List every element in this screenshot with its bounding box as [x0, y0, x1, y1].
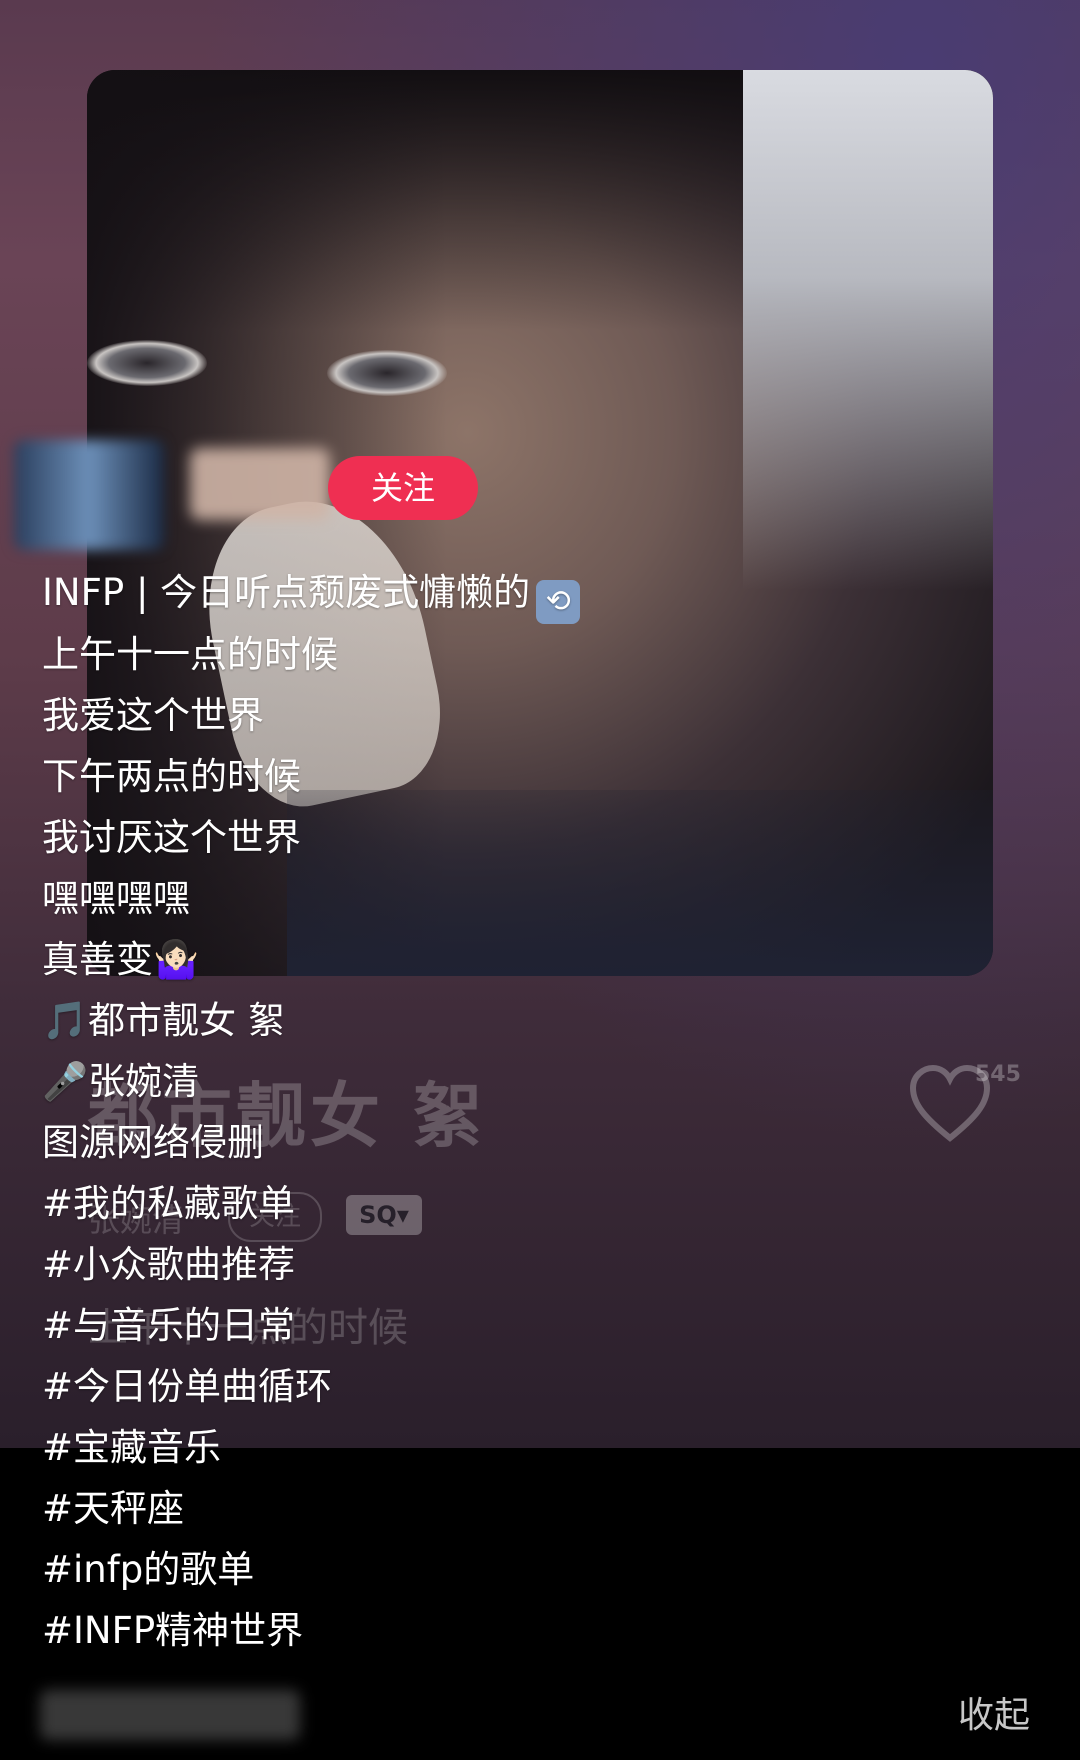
caption-title-text: INFP | 今日听点颓废式慵懒的	[42, 571, 531, 614]
hashtag-link[interactable]: #宝藏音乐	[42, 1417, 1022, 1478]
hashtag-link[interactable]: #我的私藏歌单	[42, 1173, 1022, 1234]
caption-line: 下午两点的时候	[42, 755, 301, 798]
blurred-footer-text	[40, 1690, 300, 1740]
post-caption: INFP | 今日听点颓废式慵懒的 ⟲ 上午十一点的时候 我爱这个世界 下午两点的…	[42, 562, 1022, 1661]
avatar[interactable]	[14, 440, 164, 550]
hashtag-link[interactable]: #今日份单曲循环	[42, 1356, 1022, 1417]
follow-button[interactable]: 关注	[328, 456, 478, 520]
caption-song-line: 🎵都市靓女 絮	[42, 999, 285, 1042]
hashtag-link[interactable]: #小众歌曲推荐	[42, 1234, 1022, 1295]
caption-title-line: INFP | 今日听点颓废式慵懒的 ⟲	[42, 562, 1022, 624]
caption-line: 我爱这个世界	[42, 694, 264, 737]
hashtag-link[interactable]: #天秤座	[42, 1478, 1022, 1539]
collapse-button[interactable]: 收起	[958, 1686, 1030, 1738]
caption-line: 真善变🤷🏻‍♀️	[42, 938, 200, 981]
repeat-icon: ⟲	[536, 580, 581, 624]
username[interactable]	[190, 448, 330, 520]
caption-line: 嘿嘿嘿嘿	[42, 877, 190, 920]
caption-line: 上午十一点的时候	[42, 633, 338, 676]
hashtag-link[interactable]: #infp的歌单	[42, 1539, 1022, 1600]
hashtag-link[interactable]: #INFP精神世界	[42, 1600, 1022, 1661]
caption-artist-line: 🎤张婉清	[42, 1060, 200, 1103]
caption-line: 我讨厌这个世界	[42, 816, 301, 859]
hashtag-link[interactable]: #与音乐的日常	[42, 1295, 1022, 1356]
caption-line: 图源网络侵删	[42, 1121, 264, 1164]
